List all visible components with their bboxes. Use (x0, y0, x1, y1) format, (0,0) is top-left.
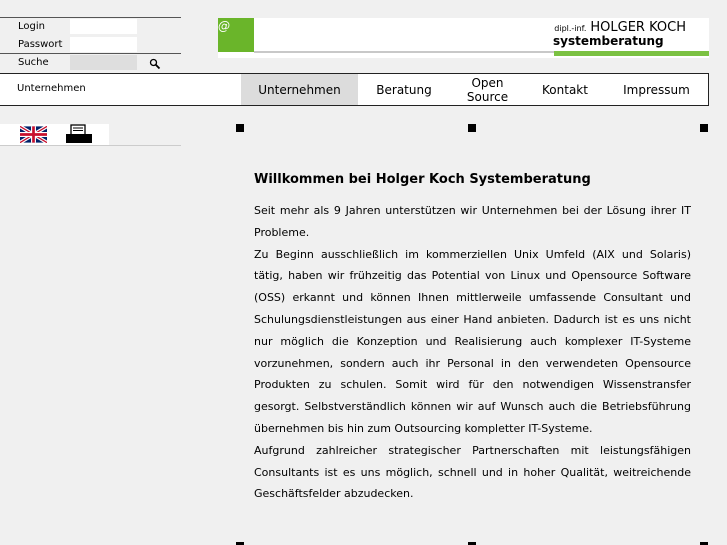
search-label: Suche (18, 57, 49, 68)
login-input[interactable] (70, 19, 137, 34)
login-label: Login (18, 21, 45, 32)
breadcrumb: Unternehmen (17, 83, 86, 94)
main-content: Willkommen bei Holger Koch Systemberatun… (254, 170, 691, 505)
nav-item-beratung[interactable]: Beratung (358, 74, 450, 105)
brand-sub: systemberatung (553, 34, 664, 48)
password-row: Passwort (0, 36, 181, 53)
header-banner: @ dipl.-inf. HOLGER KOCH systemberatung (218, 18, 709, 58)
banner-rule-green (554, 51, 709, 56)
magnifier-icon[interactable] (149, 55, 161, 70)
login-row: Login (0, 18, 181, 35)
banner-rule-gray (254, 51, 554, 53)
content-paragraph: Aufgrund zahlreicher strategischer Partn… (254, 443, 691, 501)
password-input[interactable] (70, 37, 137, 52)
nav-item-label: Kontakt (542, 82, 588, 97)
content-paragraph: Seit mehr als 9 Jahren unterstützen wir … (254, 204, 691, 239)
brand-name: HOLGER KOCH (590, 20, 686, 35)
nav-item-label: Beratung (376, 82, 432, 97)
uk-flag-icon[interactable] (19, 124, 48, 147)
search-input[interactable] (70, 55, 137, 70)
nav-item-label: Impressum (623, 82, 690, 97)
content-paragraph: Zu Beginn ausschließlich im kommerzielle… (254, 247, 691, 435)
logo-at-glyph: @ (218, 19, 230, 33)
password-label: Passwort (18, 39, 63, 50)
brand-name-line: dipl.-inf. HOLGER KOCH (554, 20, 686, 35)
corner-marker (468, 124, 476, 132)
nav-item-open-source[interactable]: Open Source (450, 74, 525, 105)
main-navigation: Unternehmen Unternehmen Beratung Open So… (0, 73, 709, 106)
nav-item-impressum[interactable]: Impressum (605, 74, 708, 105)
toolbox (0, 124, 109, 145)
page-title: Willkommen bei Holger Koch Systemberatun… (254, 172, 591, 187)
corner-marker (236, 124, 244, 132)
nav-item-label: Unternehmen (258, 82, 341, 97)
nav-item-unternehmen[interactable]: Unternehmen (241, 74, 358, 105)
nav-item-kontakt[interactable]: Kontakt (525, 74, 605, 105)
corner-marker (700, 124, 708, 132)
toolbox-divider (0, 145, 181, 146)
nav-item-label: Open Source (466, 75, 509, 104)
brand-prefix: dipl.-inf. (554, 24, 587, 33)
